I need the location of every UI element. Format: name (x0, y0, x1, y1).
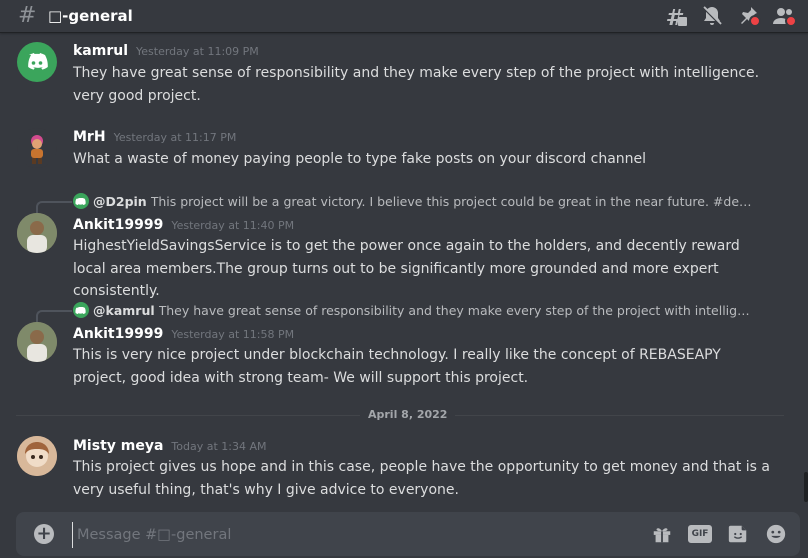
reply-username[interactable]: @kamrul (93, 303, 155, 318)
reply-avatar (73, 302, 89, 318)
avatar[interactable] (17, 322, 57, 362)
username[interactable]: kamrul (73, 43, 128, 59)
gift-icon[interactable] (650, 522, 674, 546)
message-list[interactable]: kamrul Yesterday at 11:09 PM They have gr… (0, 33, 804, 506)
username[interactable]: Ankit19999 (73, 217, 163, 233)
timestamp: Today at 1:34 AM (171, 440, 267, 453)
reply-text: This project will be a great victory. I … (150, 193, 753, 209)
date-divider-label: April 8, 2022 (360, 408, 456, 421)
message-text: HighestYieldSavingsService is to get the… (73, 238, 740, 299)
message-header: Misty meya Today at 1:34 AM (73, 438, 267, 454)
avatar[interactable] (17, 213, 57, 253)
timestamp: Yesterday at 11:09 PM (136, 45, 259, 58)
username[interactable]: Ankit19999 (73, 326, 163, 342)
reply-preview[interactable]: @kamrul They have great sense of respons… (73, 302, 753, 318)
message-composer: + GIF (16, 512, 800, 556)
timestamp: Yesterday at 11:58 PM (171, 328, 295, 341)
timestamp: Yesterday at 11:17 PM (113, 131, 237, 144)
reply-username[interactable]: @D2pin (93, 194, 147, 209)
gif-button[interactable]: GIF (687, 522, 713, 546)
reply-spine (36, 201, 72, 213)
composer-toolbar: GIF (650, 522, 788, 546)
channel-hash-icon: # (18, 3, 37, 28)
scrollbar-thumb[interactable] (804, 472, 808, 502)
reply-avatar (73, 193, 89, 209)
message-text: This is very nice project under blockcha… (73, 347, 721, 386)
reply-text: They have great sense of responsibility … (158, 302, 753, 318)
message-header: MrH Yesterday at 11:17 PM (73, 129, 236, 145)
timestamp: Yesterday at 11:40 PM (171, 219, 295, 232)
pin-icon[interactable] (736, 4, 761, 28)
message-header: Ankit19999 Yesterday at 11:58 PM (73, 326, 294, 342)
message-header: kamrul Yesterday at 11:09 PM (73, 43, 259, 59)
header-toolbar (664, 4, 797, 28)
user-photo-icon (17, 322, 57, 362)
notification-dot (785, 15, 797, 27)
user-photo-icon (17, 213, 57, 253)
channel-name: □-general (48, 7, 133, 25)
username[interactable]: MrH (73, 129, 106, 145)
message-text: What a waste of money paying people to t… (73, 151, 647, 167)
username[interactable]: Misty meya (73, 438, 163, 454)
cartoon-avatar-icon (31, 135, 43, 164)
reply-preview[interactable]: @D2pin This project will be a great vict… (73, 193, 753, 209)
avatar[interactable] (17, 436, 57, 476)
threads-icon[interactable] (664, 4, 688, 28)
members-icon[interactable] (772, 4, 797, 28)
emoji-icon[interactable] (764, 522, 788, 546)
discord-logo-icon (28, 53, 48, 70)
add-attachment-button[interactable]: + (34, 524, 54, 544)
avatar[interactable] (17, 42, 57, 82)
message-text: They have great sense of responsibility … (73, 65, 760, 104)
gif-icon: GIF (687, 525, 713, 543)
channel-header: # □-general (0, 0, 808, 33)
avatar[interactable] (17, 128, 57, 168)
message-input[interactable] (72, 522, 639, 548)
reply-spine (36, 310, 72, 322)
message-header: Ankit19999 Yesterday at 11:40 PM (73, 217, 294, 233)
notification-dot (749, 15, 761, 27)
message-text: This project gives us hope and in this c… (73, 459, 770, 498)
sticker-icon[interactable] (726, 522, 750, 546)
doll-photo-icon (17, 436, 57, 476)
mute-bell-icon[interactable] (700, 4, 724, 28)
